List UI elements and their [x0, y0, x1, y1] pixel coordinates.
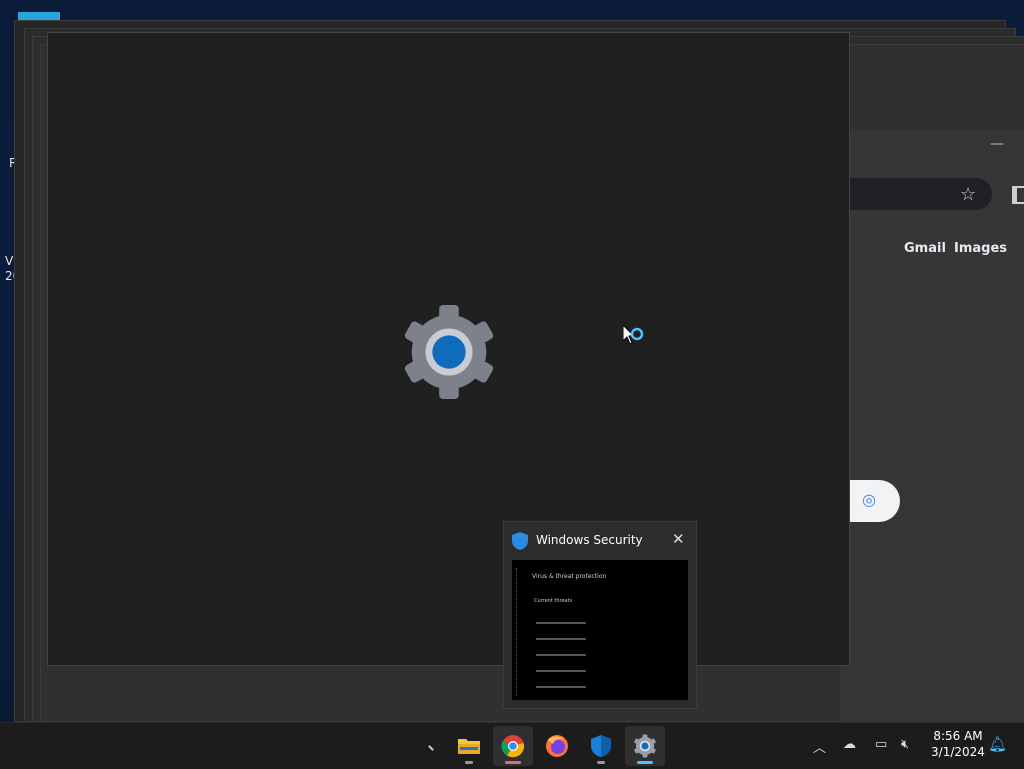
clock[interactable]: 8:56 AM 3/1/2024 [930, 728, 986, 760]
preview-heading: Virus & threat protection [532, 573, 607, 580]
images-link[interactable]: Images [954, 241, 1007, 256]
running-indicator [597, 761, 605, 764]
preview-title: Windows Security [536, 533, 643, 547]
taskbar-windows-security[interactable] [581, 726, 621, 766]
shield-icon [591, 735, 611, 757]
notification-bell-icon[interactable]: 🔔︎ [988, 735, 1007, 753]
minimize-button[interactable]: — [990, 136, 1004, 152]
taskbar-settings[interactable] [625, 726, 665, 766]
network-icon[interactable]: ▭ [875, 737, 887, 752]
preview-row [536, 670, 586, 672]
clock-time: 8:56 AM [933, 729, 983, 743]
pen-icon [428, 745, 434, 751]
google-lens-button[interactable]: ◎ [848, 480, 900, 522]
onedrive-offline-icon[interactable]: ☁ [843, 737, 856, 752]
chrome-window[interactable]: — ☆ Gmail Images ◎ [840, 130, 1024, 722]
windows-security-preview[interactable]: Windows Security ✕ Virus & threat protec… [503, 521, 697, 709]
bookmark-star-icon[interactable]: ☆ [960, 184, 976, 205]
taskbar-file-explorer[interactable] [449, 726, 489, 766]
preview-subheading: Current threats [534, 598, 573, 604]
settings-splash-window [47, 32, 850, 666]
busy-cursor-icon [623, 325, 644, 345]
preview-image: Virus & threat protection Current threat… [512, 560, 688, 700]
firefox-icon [546, 735, 568, 757]
show-hidden-icons-chevron-icon[interactable]: ︿ [813, 737, 826, 756]
volume-muted-icon[interactable]: 🔇︎ [901, 737, 909, 752]
close-icon[interactable]: ✕ [672, 530, 685, 548]
preview-row [536, 622, 586, 624]
taskbar-firefox[interactable] [537, 726, 577, 766]
taskbar-chrome[interactable] [493, 726, 533, 766]
preview-row [536, 654, 586, 656]
folder-icon [458, 739, 480, 754]
taskbar: ︿ ☁ ▭ 🔇︎ 8:56 AM 3/1/2024 🔔︎ [0, 722, 1024, 769]
running-indicator [505, 761, 521, 764]
preview-row [536, 638, 586, 640]
shield-icon [512, 532, 528, 550]
running-indicator [465, 761, 473, 764]
gear-icon [634, 734, 656, 758]
running-indicator [637, 761, 653, 764]
side-panel-icon[interactable] [1012, 186, 1024, 204]
gear-icon [404, 304, 494, 400]
gmail-link[interactable]: Gmail [904, 241, 946, 256]
chrome-icon [501, 735, 525, 758]
preview-row [536, 686, 586, 688]
lens-icon: ◎ [862, 490, 876, 509]
preview-sidebar [516, 568, 521, 696]
clock-date: 3/1/2024 [931, 745, 985, 759]
